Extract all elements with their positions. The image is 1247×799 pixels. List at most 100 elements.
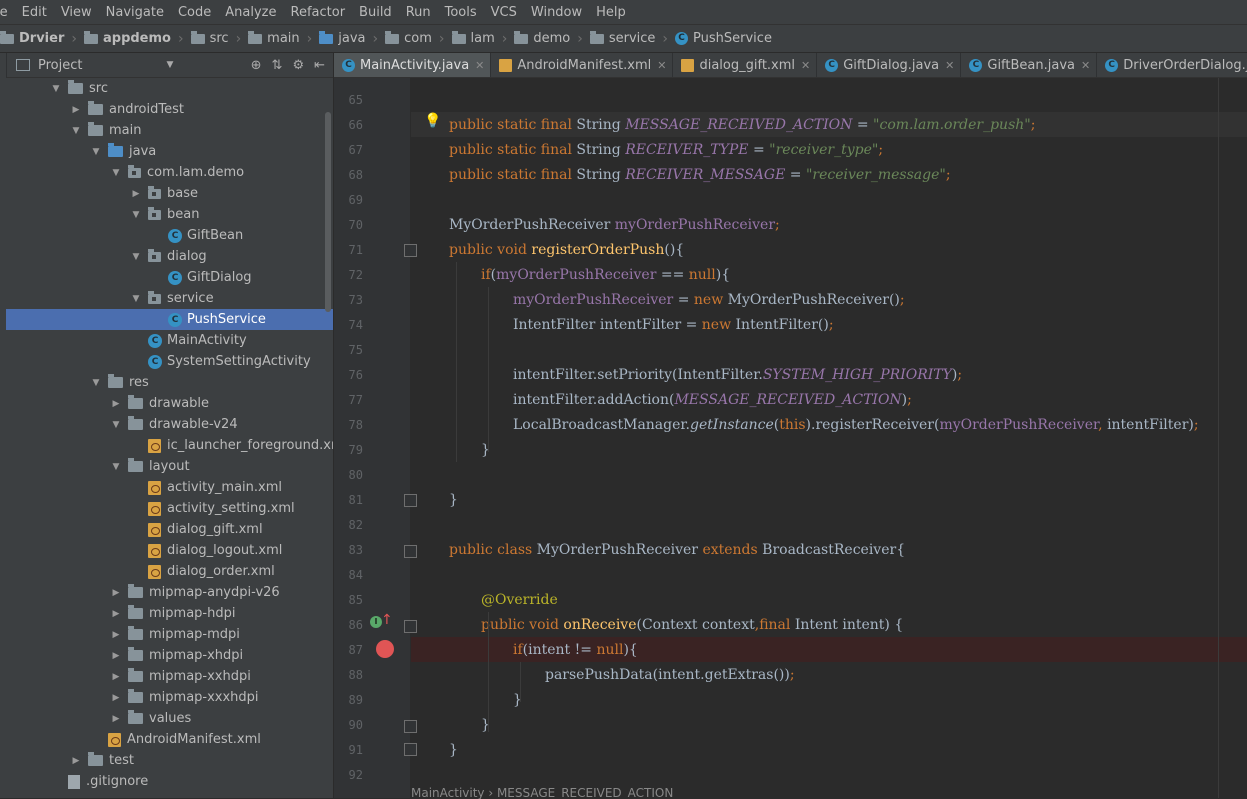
expanded-arrow-icon[interactable]: ▼ <box>110 420 122 430</box>
tree-item[interactable]: ▶ mipmap-hdpi <box>6 603 333 624</box>
scroll-from-source-icon[interactable]: ⊕ <box>251 58 262 73</box>
menu-item[interactable]: Help <box>589 5 633 20</box>
tree-item[interactable]: activity_main.xml <box>6 477 333 498</box>
fold-marker-icon[interactable] <box>404 743 417 756</box>
fold-marker-icon[interactable] <box>404 545 417 558</box>
breakpoint-icon[interactable] <box>376 640 394 658</box>
tree-item[interactable]: C GiftBean <box>6 225 333 246</box>
tree-item[interactable]: ▶ mipmap-xhdpi <box>6 645 333 666</box>
hide-panel-icon[interactable]: ⇤ <box>314 58 325 73</box>
breadcrumb-demo[interactable]: demo <box>514 30 570 46</box>
tree-item[interactable]: ▶ test <box>6 750 333 771</box>
tree-item[interactable]: ▼ com.lam.demo <box>6 162 333 183</box>
fold-marker-icon[interactable] <box>404 720 417 733</box>
tree-item[interactable]: ▼ service <box>6 288 333 309</box>
close-icon[interactable]: ✕ <box>657 59 666 72</box>
menu-item[interactable]: View <box>54 5 99 20</box>
implements-arrow-icon[interactable]: ↑ <box>381 612 393 628</box>
collapsed-arrow-icon[interactable]: ▶ <box>110 714 122 724</box>
dropdown-arrow-icon[interactable]: ▼ <box>166 60 173 70</box>
editor-tab[interactable]: C GiftDialog.java ✕ <box>817 53 962 77</box>
tree-item[interactable]: C SystemSettingActivity <box>6 351 333 372</box>
tree-item[interactable]: ▼ main <box>6 120 333 141</box>
close-icon[interactable]: ✕ <box>1081 59 1090 72</box>
tree-item[interactable]: ▼ bean <box>6 204 333 225</box>
tree-item[interactable]: AndroidManifest.xml <box>6 729 333 750</box>
expanded-arrow-icon[interactable]: ▼ <box>90 378 102 388</box>
editor-tab[interactable]: C MainActivity.java ✕ <box>334 53 492 77</box>
menu-item[interactable]: Run <box>399 5 438 20</box>
collapsed-arrow-icon[interactable]: ▶ <box>110 588 122 598</box>
menu-item[interactable]: Refactor <box>284 5 353 20</box>
breadcrumb-java[interactable]: java <box>319 30 366 46</box>
collapsed-arrow-icon[interactable]: ▶ <box>110 672 122 682</box>
collapsed-arrow-icon[interactable]: ▶ <box>110 630 122 640</box>
tree-item[interactable]: ▼ src <box>6 78 333 99</box>
expanded-arrow-icon[interactable]: ▼ <box>50 84 62 94</box>
gear-icon[interactable]: ⚙ <box>292 58 304 73</box>
expanded-arrow-icon[interactable]: ▼ <box>110 462 122 472</box>
menu-item[interactable]: Build <box>352 5 399 20</box>
editor-tab[interactable]: C GiftBean.java ✕ <box>961 53 1098 77</box>
tree-item[interactable]: ▶ drawable <box>6 393 333 414</box>
breadcrumb-lam[interactable]: lam <box>451 30 495 46</box>
collapsed-arrow-icon[interactable]: ▶ <box>70 105 82 115</box>
expanded-arrow-icon[interactable]: ▼ <box>130 252 142 262</box>
expanded-arrow-icon[interactable]: ▼ <box>70 126 82 136</box>
menu-item[interactable]: Window <box>524 5 589 20</box>
tree-item[interactable]: ▶ mipmap-mdpi <box>6 624 333 645</box>
tree-item[interactable]: ▼ res <box>6 372 333 393</box>
project-view-selector[interactable]: Project <box>16 58 82 73</box>
breadcrumb-file[interactable]: C PushService <box>675 31 772 46</box>
menu-item[interactable]: Tools <box>438 5 484 20</box>
menu-item[interactable]: VCS <box>484 5 524 20</box>
tree-item[interactable]: ▶ mipmap-xxhdpi <box>6 666 333 687</box>
breadcrumb-project[interactable]: Drvier <box>0 30 64 46</box>
tree-item[interactable]: ▼ layout <box>6 456 333 477</box>
breadcrumb-src[interactable]: src <box>190 30 229 46</box>
menu-item[interactable]: Code <box>171 5 218 20</box>
menu-item[interactable]: le <box>0 5 15 20</box>
tree-item[interactable]: ▶ androidTest <box>6 99 333 120</box>
tree-item[interactable]: ▼ java <box>6 141 333 162</box>
fold-marker-icon[interactable] <box>404 620 417 633</box>
expanded-arrow-icon[interactable]: ▼ <box>90 147 102 157</box>
tree-item[interactable]: dialog_order.xml <box>6 561 333 582</box>
close-icon[interactable]: ✕ <box>945 59 954 72</box>
expanded-arrow-icon[interactable]: ▼ <box>130 294 142 304</box>
breadcrumb-service[interactable]: service <box>589 30 655 46</box>
lightbulb-icon[interactable]: 💡 <box>424 113 441 129</box>
tree-item[interactable]: C MainActivity <box>6 330 333 351</box>
project-scrollbar[interactable] <box>325 112 331 312</box>
tree-item[interactable]: C GiftDialog <box>6 267 333 288</box>
tree-item[interactable]: ic_launcher_foreground.xml <box>6 435 333 456</box>
collapsed-arrow-icon[interactable]: ▶ <box>130 189 142 199</box>
close-icon[interactable]: ✕ <box>475 59 484 72</box>
breadcrumb-module[interactable]: appdemo <box>83 30 171 46</box>
tree-item[interactable]: ▶ base <box>6 183 333 204</box>
close-icon[interactable]: ✕ <box>801 59 810 72</box>
tree-item[interactable]: ▶ mipmap-xxxhdpi <box>6 687 333 708</box>
tree-item[interactable]: ▼ dialog <box>6 246 333 267</box>
tree-item[interactable]: ▶ values <box>6 708 333 729</box>
tree-item[interactable]: .gitignore <box>6 771 333 792</box>
menu-item[interactable]: Navigate <box>99 5 171 20</box>
tree-item[interactable]: activity_setting.xml <box>6 498 333 519</box>
breadcrumb-main[interactable]: main <box>248 30 300 46</box>
collapsed-arrow-icon[interactable]: ▶ <box>110 651 122 661</box>
collapsed-arrow-icon[interactable]: ▶ <box>110 609 122 619</box>
expanded-arrow-icon[interactable]: ▼ <box>110 168 122 178</box>
editor-tab[interactable]: AndroidManifest.xml ✕ <box>491 53 674 77</box>
tree-item[interactable]: ▼ drawable-v24 <box>6 414 333 435</box>
tree-item[interactable]: ▶ mipmap-anydpi-v26 <box>6 582 333 603</box>
collapsed-arrow-icon[interactable]: ▶ <box>70 756 82 766</box>
collapse-all-icon[interactable]: ⇅ <box>272 58 283 73</box>
fold-marker-icon[interactable] <box>404 244 417 257</box>
editor-tab[interactable]: CDriverOrderDialog.java✕ <box>1097 53 1247 77</box>
collapsed-arrow-icon[interactable]: ▶ <box>110 693 122 703</box>
tree-item[interactable]: dialog_gift.xml <box>6 519 333 540</box>
breadcrumb-com[interactable]: com <box>385 30 432 46</box>
collapsed-arrow-icon[interactable]: ▶ <box>110 399 122 409</box>
expanded-arrow-icon[interactable]: ▼ <box>130 210 142 220</box>
tree-item[interactable]: dialog_logout.xml <box>6 540 333 561</box>
